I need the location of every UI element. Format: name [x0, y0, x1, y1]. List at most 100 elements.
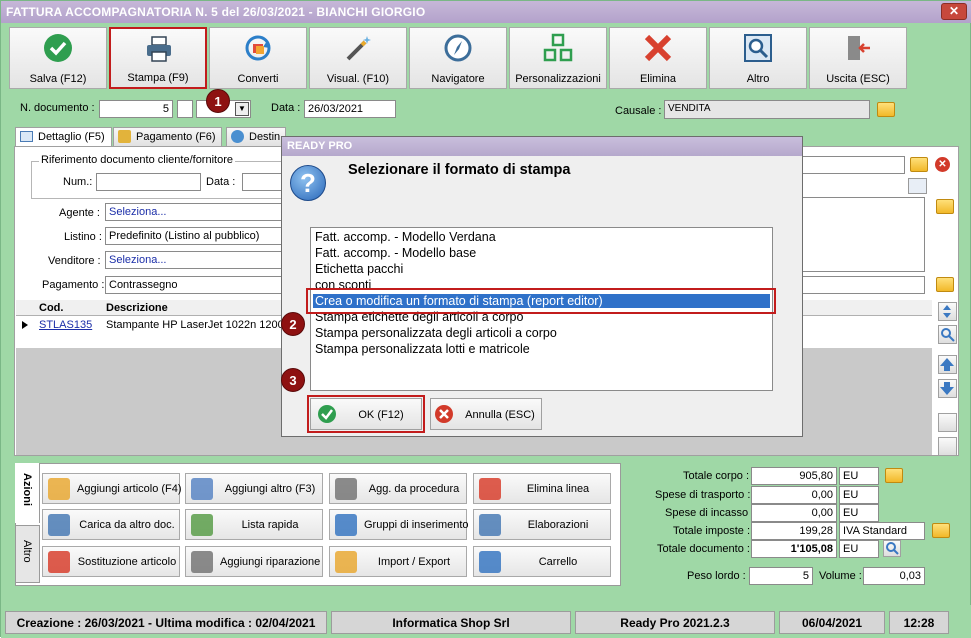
action-label: Import / Export	[377, 556, 451, 568]
tab-other[interactable]: Altro	[15, 525, 40, 583]
notes-folder-icon[interactable]	[936, 199, 954, 214]
tab-other-label: Altro	[21, 540, 33, 563]
quick-list-icon	[191, 514, 213, 536]
num-field[interactable]	[96, 173, 201, 191]
doc-number-spinner[interactable]	[177, 100, 193, 118]
navigator-button[interactable]: Navigatore	[409, 27, 507, 89]
move-updown-icon[interactable]	[938, 302, 957, 321]
vat-select[interactable]: IVA Standard	[839, 522, 925, 540]
cart-icon	[479, 551, 501, 573]
pricelist-select[interactable]: Predefinito (Listino al pubblico)	[105, 227, 287, 245]
zoom-icon[interactable]	[883, 540, 901, 557]
chevron-down-icon[interactable]: ▼	[235, 102, 249, 116]
list-item[interactable]: Fatt. accomp. - Modello base	[315, 246, 476, 260]
action-button-9[interactable]: Aggiungi riparazione	[185, 546, 323, 577]
action-button-5[interactable]: Lista rapida	[185, 509, 323, 540]
replace-article-icon	[48, 551, 70, 573]
weight-field[interactable]: 5	[749, 567, 813, 585]
status-date: 06/04/2021	[779, 611, 885, 634]
cancel-icon	[435, 405, 453, 423]
shipping-label: Spese di trasporto :	[655, 489, 751, 501]
shipping-field[interactable]: 0,00	[751, 486, 837, 504]
compass-icon	[444, 34, 472, 62]
action-button-1[interactable]: Aggiungi altro (F3)	[185, 473, 323, 504]
close-window-button[interactable]: ✕	[941, 3, 967, 20]
print-button[interactable]: Stampa (F9)	[109, 27, 207, 89]
load-doc-icon	[48, 514, 70, 536]
action-button-11[interactable]: Carrello	[473, 546, 611, 577]
customizations-button[interactable]: Personalizzazioni	[509, 27, 607, 89]
action-button-7[interactable]: Elaborazioni	[473, 509, 611, 540]
exit-door-icon	[848, 36, 870, 60]
right-field[interactable]	[797, 156, 905, 174]
total-body-field: 905,80	[751, 467, 837, 485]
causale-field[interactable]: VENDITA	[664, 100, 870, 119]
delete-line-icon	[479, 478, 501, 500]
ok-label: OK (F12)	[358, 409, 404, 421]
visualize-button[interactable]: Visual. (F10)	[309, 27, 407, 89]
convert-button[interactable]: Converti	[209, 27, 307, 89]
collection-field[interactable]: 0,00	[751, 504, 837, 522]
cancel-button[interactable]: Annulla (ESC)	[430, 398, 542, 430]
date-field[interactable]: 26/03/2021	[304, 100, 396, 118]
action-button-8[interactable]: Sostituzione articolo	[42, 546, 180, 577]
magic-wand-icon	[346, 36, 371, 61]
processing-icon	[479, 514, 501, 536]
collection-label: Spese di incasso :	[665, 507, 755, 519]
contact-card-icon[interactable]	[908, 178, 927, 194]
tax-label: Totale imposte :	[673, 525, 751, 537]
list-item[interactable]: Etichetta pacchi	[315, 262, 403, 276]
ok-button[interactable]: OK (F12)	[310, 398, 422, 430]
table-icon	[20, 131, 33, 142]
causale-label: Causale :	[615, 105, 662, 117]
action-button-4[interactable]: Carica da altro doc.	[42, 509, 180, 540]
action-label: Gruppi di inserimento	[364, 519, 469, 531]
list-item[interactable]: Fatt. accomp. - Modello Verdana	[315, 230, 496, 244]
tab-actions[interactable]: Azioni	[15, 463, 40, 523]
status-version: Ready Pro 2021.2.3	[575, 611, 775, 634]
row-description: Stampante HP LaserJet 1022n 1200x	[106, 319, 290, 331]
weight-label: Peso lordo :	[687, 570, 746, 582]
action-button-0[interactable]: Aggiungi articolo (F4)	[42, 473, 182, 504]
list-item[interactable]: Stampa personalizzata lotti e matricole	[315, 342, 530, 356]
folder-icon-2[interactable]	[910, 157, 928, 172]
volume-field[interactable]: 0,03	[863, 567, 925, 585]
paste-icon[interactable]	[938, 437, 957, 456]
action-button-10[interactable]: Import / Export	[329, 546, 467, 577]
pricelist-label: Listino :	[64, 231, 102, 243]
other-button[interactable]: Altro	[709, 27, 807, 89]
notes-area[interactable]	[797, 197, 925, 272]
action-button-3[interactable]: Elimina linea	[473, 473, 611, 504]
list-item[interactable]: Stampa personalizzata degli articoli a c…	[315, 326, 557, 340]
action-button-6[interactable]: Gruppi di inserimento	[329, 509, 469, 540]
seller-select[interactable]: Seleziona...	[105, 251, 287, 269]
action-label: Carica da altro doc.	[79, 519, 175, 531]
exit-button[interactable]: Uscita (ESC)	[809, 27, 907, 89]
payment-folder-icon[interactable]	[936, 277, 954, 292]
copy-icon[interactable]	[938, 413, 957, 432]
search-icon[interactable]	[938, 325, 957, 344]
ref-date-label: Data :	[206, 176, 236, 188]
action-label: Elimina linea	[526, 483, 590, 495]
total-doc-field: 1'105,08	[751, 540, 837, 558]
action-label: Aggiungi altro (F3)	[224, 483, 316, 495]
folder-icon[interactable]	[877, 102, 895, 117]
delete-label: Elimina	[639, 73, 677, 85]
arrow-down-icon[interactable]	[938, 379, 957, 398]
other-label: Altro	[746, 73, 770, 85]
dialog-heading: Selezionare il formato di stampa	[348, 162, 571, 178]
delete-button[interactable]: Elimina	[609, 27, 707, 89]
agent-select[interactable]: Seleziona...	[105, 203, 287, 221]
navigator-label: Navigatore	[431, 73, 485, 85]
clear-icon[interactable]: ✕	[935, 157, 950, 172]
vat-folder-icon[interactable]	[932, 523, 950, 538]
step-badge-2: 2	[281, 312, 305, 336]
total-doc-currency: EU	[839, 540, 879, 558]
volume-label: Volume :	[819, 570, 862, 582]
row-cod-link[interactable]: STLAS135	[39, 319, 92, 331]
action-button-2[interactable]: Agg. da procedura	[329, 473, 467, 504]
save-button[interactable]: Salva (F12)	[9, 27, 107, 89]
totals-folder-icon[interactable]	[885, 468, 903, 483]
doc-number-field[interactable]: 5	[99, 100, 173, 118]
arrow-up-icon[interactable]	[938, 355, 957, 374]
